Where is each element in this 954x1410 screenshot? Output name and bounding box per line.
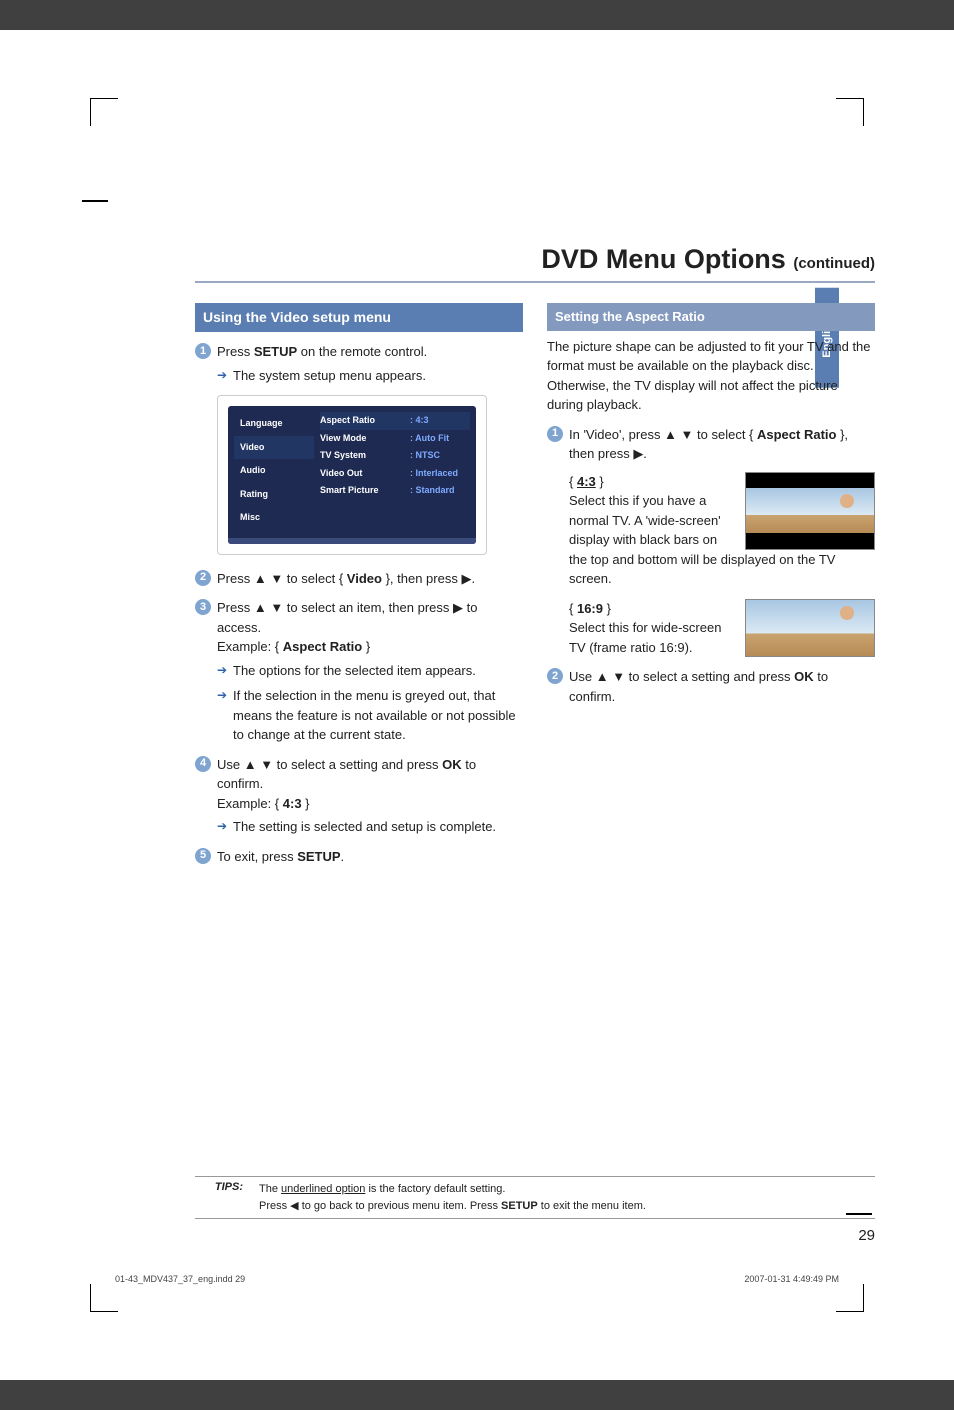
step-5-text: To exit, press SETUP. — [217, 849, 344, 864]
osd-screenshot: Language Video Audio Rating Misc Aspect … — [217, 395, 487, 555]
tips-label: TIPS: — [195, 1181, 243, 1214]
section-heading-aspect: Setting the Aspect Ratio — [547, 303, 875, 331]
step-badge-2: 2 — [195, 570, 211, 586]
crop-mark — [836, 1284, 864, 1312]
osd-row-tvsys: TV System: NTSC — [320, 447, 470, 465]
rstep-badge-1: 1 — [547, 426, 563, 442]
footer-timestamp: 2007-01-31 4:49:49 PM — [744, 1274, 839, 1284]
tips-box: TIPS: The underlined option is the facto… — [195, 1176, 875, 1219]
crop-mark — [836, 98, 864, 126]
step-1-text: Press SETUP on the remote control. — [217, 344, 427, 359]
step-4-example: Example: { 4:3 } — [217, 796, 310, 811]
right-column: Setting the Aspect Ratio The picture sha… — [547, 303, 875, 876]
osd-settings: Aspect Ratio: 4:3 View Mode: Auto Fit TV… — [314, 412, 470, 530]
step-3: 3 Press ▲ ▼ to select an item, then pres… — [195, 598, 523, 745]
step-1-sub: The system setup menu appears. — [217, 366, 523, 386]
title-sub: (continued) — [793, 255, 875, 272]
osd-bottom-bar — [228, 538, 476, 544]
rstep-1: 1 In 'Video', press ▲ ▼ to select { Aspe… — [547, 425, 875, 658]
osd-tab-language: Language — [234, 412, 314, 436]
tv-16-9-illustration — [745, 599, 875, 657]
step-3-sub1: The options for the selected item appear… — [217, 661, 523, 681]
aspect-intro: The picture shape can be adjusted to fit… — [547, 337, 875, 415]
osd-tab-misc: Misc — [234, 506, 314, 530]
option-16-9: { 16:9 } Select this for wide-screen TV … — [569, 599, 875, 658]
title-main: DVD Menu Options — [541, 244, 786, 274]
step-4-sub: The setting is selected and setup is com… — [217, 817, 523, 837]
option-4-3: { 4:3 } Select this if you have a normal… — [569, 472, 875, 589]
print-footer: 01-43_MDV437_37_eng.indd 29 2007-01-31 4… — [115, 1274, 839, 1284]
osd-row-aspect: Aspect Ratio: 4:3 — [320, 412, 470, 430]
footer-filename: 01-43_MDV437_37_eng.indd 29 — [115, 1274, 245, 1284]
osd-tab-rating: Rating — [234, 483, 314, 507]
step-5: 5 To exit, press SETUP. — [195, 847, 523, 867]
osd-tabs: Language Video Audio Rating Misc — [234, 412, 314, 530]
page-title: DVD Menu Options (continued) — [195, 244, 875, 283]
osd-row-smart: Smart Picture: Standard — [320, 482, 470, 500]
osd-tab-video: Video — [234, 436, 314, 460]
osd-tab-audio: Audio — [234, 459, 314, 483]
option-16-9-label: 16:9 — [577, 601, 603, 616]
rstep-2: 2 Use ▲ ▼ to select a setting and press … — [547, 667, 875, 706]
step-badge-5: 5 — [195, 848, 211, 864]
crop-mark — [90, 1284, 118, 1312]
page-number: 29 — [195, 1227, 875, 1244]
step-2-text: Press ▲ ▼ to select { Video }, then pres… — [217, 571, 475, 586]
crop-mark — [90, 98, 118, 126]
step-3-sub2: If the selection in the menu is greyed o… — [217, 686, 523, 745]
step-4-text: Use ▲ ▼ to select a setting and press OK… — [217, 757, 476, 792]
page-sheet: English DVD Menu Options (continued) Usi… — [0, 30, 954, 1380]
trim-tick — [82, 200, 108, 202]
rstep-1-text: In 'Video', press ▲ ▼ to select { Aspect… — [569, 427, 848, 462]
rstep-badge-2: 2 — [547, 668, 563, 684]
step-3-example: Example: { Aspect Ratio } — [217, 639, 370, 654]
option-16-9-desc: Select this for wide-screen TV (frame ra… — [569, 620, 721, 655]
step-badge-3: 3 — [195, 599, 211, 615]
step-badge-4: 4 — [195, 756, 211, 772]
step-2: 2 Press ▲ ▼ to select { Video }, then pr… — [195, 569, 523, 589]
osd-row-view: View Mode: Auto Fit — [320, 430, 470, 448]
step-3-text: Press ▲ ▼ to select an item, then press … — [217, 600, 477, 635]
step-badge-1: 1 — [195, 343, 211, 359]
tv-4-3-illustration — [745, 472, 875, 550]
option-4-3-label: 4:3 — [577, 474, 596, 489]
step-4: 4 Use ▲ ▼ to select a setting and press … — [195, 755, 523, 837]
left-column: Using the Video setup menu 1 Press SETUP… — [195, 303, 523, 876]
tips-body: The underlined option is the factory def… — [259, 1181, 875, 1214]
step-1: 1 Press SETUP on the remote control. The… — [195, 342, 523, 385]
section-heading-video-setup: Using the Video setup menu — [195, 303, 523, 332]
rstep-2-text: Use ▲ ▼ to select a setting and press OK… — [569, 669, 828, 704]
osd-row-vidout: Video Out: Interlaced — [320, 465, 470, 483]
